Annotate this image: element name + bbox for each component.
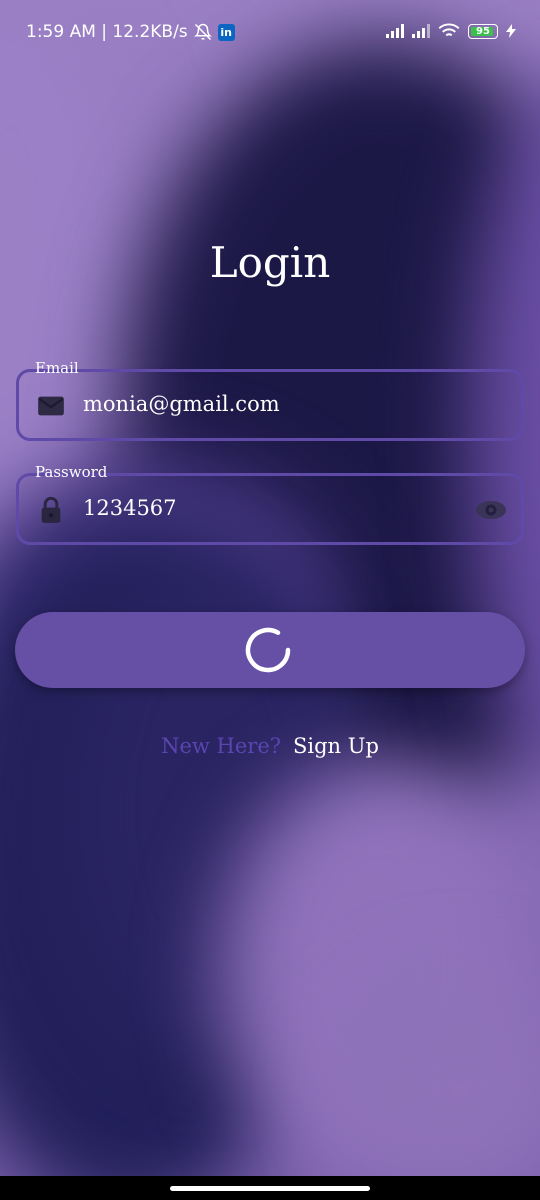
mail-icon bbox=[38, 396, 64, 416]
page-title: Login bbox=[209, 238, 331, 287]
navigation-bar bbox=[0, 1176, 540, 1200]
lock-icon bbox=[41, 496, 61, 523]
wifi-icon bbox=[438, 23, 460, 37]
status-bar: 1:59 AM | 12.2KB/s in 95 bbox=[0, 0, 540, 68]
home-handle[interactable] bbox=[170, 1186, 370, 1191]
password-field[interactable]: Password 1234567 bbox=[16, 463, 524, 545]
signal-icon-2 bbox=[412, 24, 430, 38]
battery-icon: 95 bbox=[468, 23, 498, 39]
linkedin-icon: in bbox=[217, 23, 235, 41]
email-input[interactable]: monia@gmail.com bbox=[83, 392, 280, 416]
email-label: Email bbox=[35, 359, 79, 377]
background bbox=[0, 0, 540, 1200]
new-here-text: New Here? bbox=[161, 734, 282, 758]
eye-icon[interactable] bbox=[475, 498, 507, 522]
email-field[interactable]: Email monia@gmail.com bbox=[16, 359, 524, 441]
status-time-speed: 1:59 AM | 12.2KB/s bbox=[26, 22, 188, 42]
signup-row: New Here? Sign Up bbox=[0, 734, 540, 758]
charging-icon bbox=[506, 24, 516, 38]
signal-icon bbox=[386, 24, 404, 38]
password-input[interactable]: 1234567 bbox=[83, 496, 177, 520]
spinner-icon bbox=[245, 627, 291, 673]
sign-up-link[interactable]: Sign Up bbox=[293, 734, 379, 758]
bell-off-icon bbox=[193, 23, 212, 41]
login-button[interactable] bbox=[15, 612, 525, 688]
password-label: Password bbox=[35, 463, 108, 481]
